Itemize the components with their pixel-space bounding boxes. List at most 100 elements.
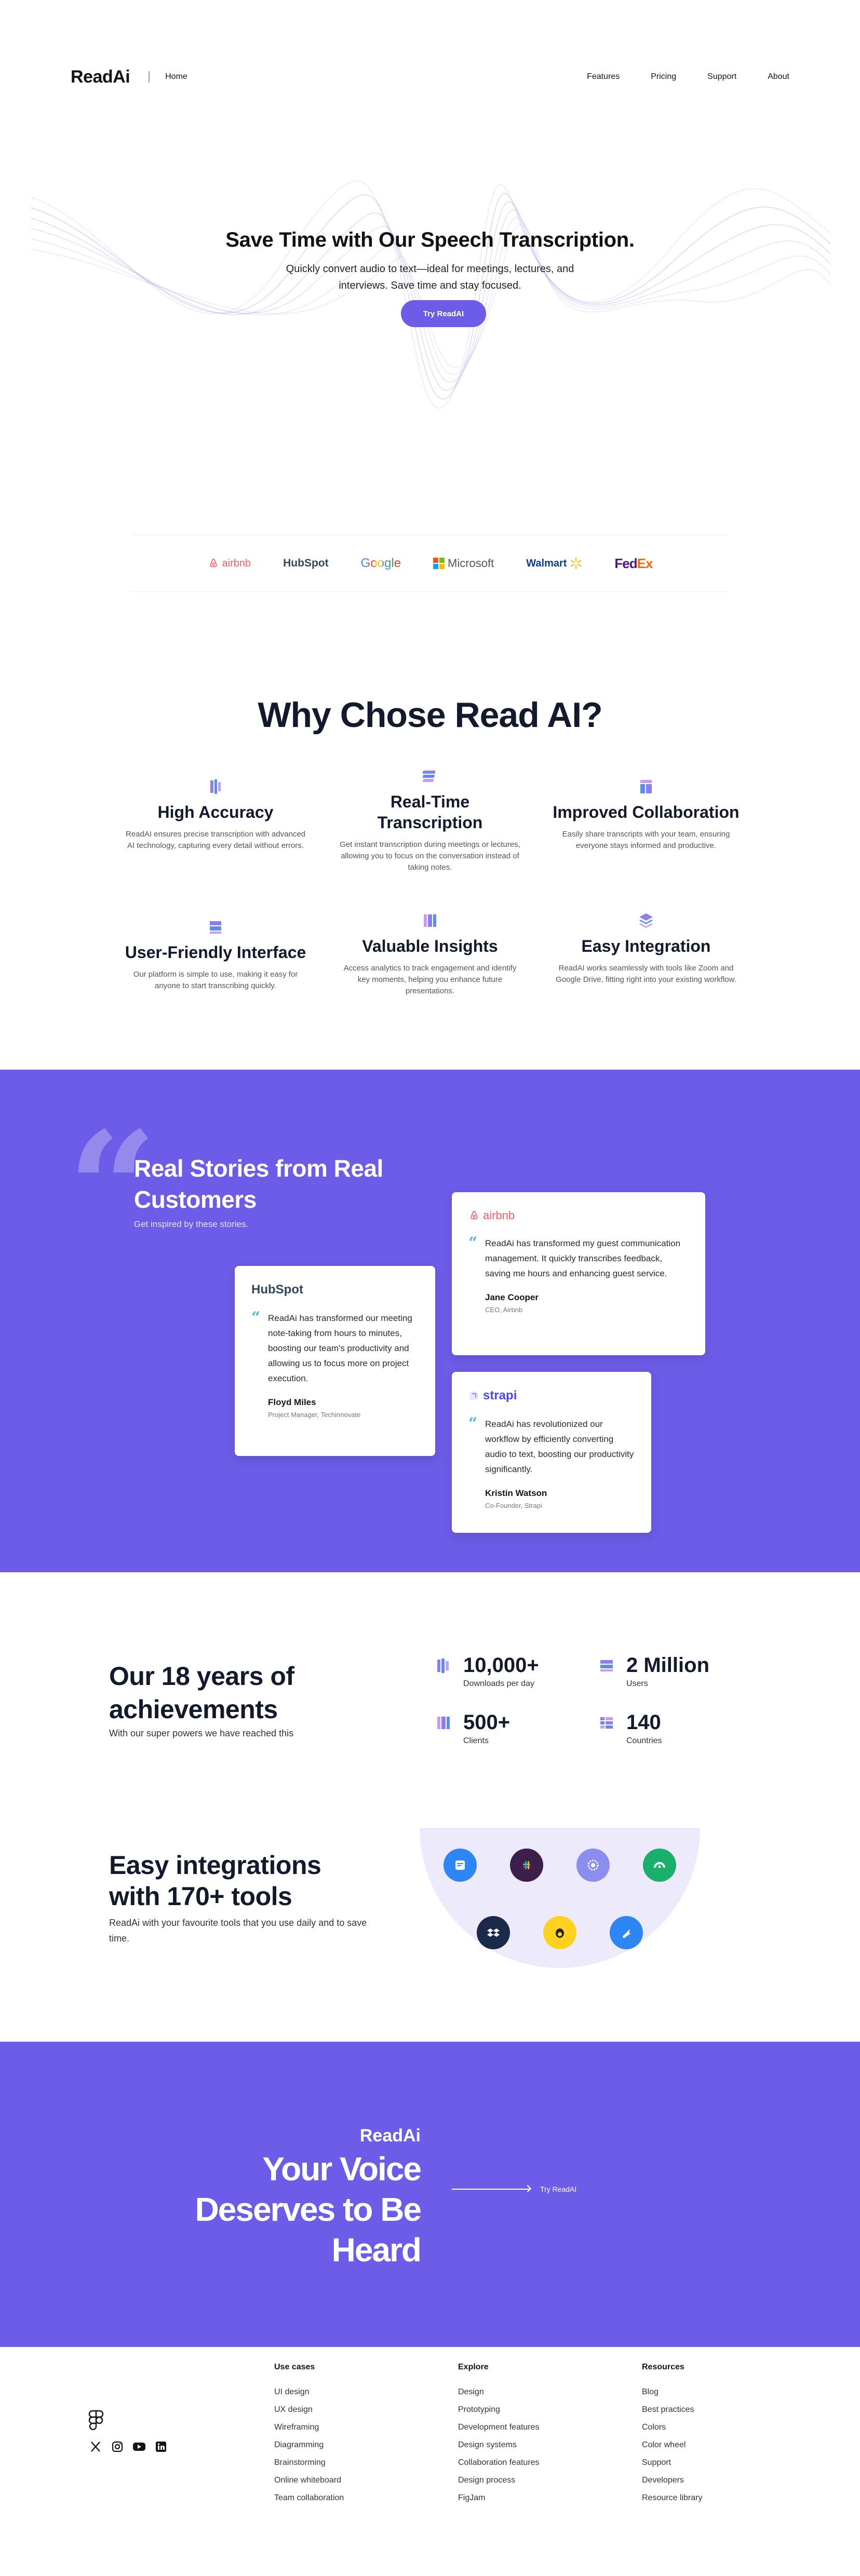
testimonial-body: “ ReadAi has revolutionized our workflow… xyxy=(468,1414,635,1509)
strapi-icon xyxy=(469,1392,478,1400)
footer-column-resources: Resources Blog Best practices Colors Col… xyxy=(642,2363,798,2507)
strapi-card-logo: strapi xyxy=(468,1388,635,1403)
walmart-logo: Walmart xyxy=(526,557,582,570)
footer-link[interactable]: Design xyxy=(458,2383,614,2401)
youtube-icon[interactable] xyxy=(132,2439,146,2454)
footer-link[interactable]: Brainstorming xyxy=(274,2454,430,2472)
walmart-logo-text: Walmart xyxy=(526,557,567,569)
instagram-icon[interactable] xyxy=(110,2439,125,2454)
footer-link[interactable]: Collaboration features xyxy=(458,2454,614,2472)
stat-label: Downloads per day xyxy=(463,1679,534,1688)
dropbox-icon[interactable] xyxy=(477,1916,510,1949)
cta-link-label: Try ReadAI xyxy=(540,2185,577,2193)
hero-title: Save Time with Our Speech Transcription. xyxy=(225,228,635,251)
top-nav: ReadAi Home Features Pricing Support Abo… xyxy=(71,66,789,87)
testimonial-card-hubspot: HubSpot “ ReadAi has transformed our mee… xyxy=(235,1266,435,1456)
linkedin-icon[interactable] xyxy=(154,2439,168,2454)
integrations-subtitle: ReadAi with your favourite tools that yo… xyxy=(109,1918,367,1944)
hubspot-card-logo: HubSpot xyxy=(251,1283,303,1297)
feature-title: Real-Time Transcription xyxy=(377,792,483,832)
testimonial-role: CEO, Airbnb xyxy=(485,1306,523,1314)
integrations-title: Easy integrations with 170+ tools xyxy=(109,1851,321,1911)
layers-icon xyxy=(639,913,653,928)
footer-link[interactable]: Developers xyxy=(642,2472,798,2489)
stat-content: 140 Countries xyxy=(626,1710,662,1746)
footer-column-title: Resources xyxy=(642,2363,684,2371)
nav-links: Features Pricing Support About xyxy=(556,72,789,82)
hubspot-logo-text: HubSpot xyxy=(283,557,329,569)
footer-link[interactable]: Team collaboration xyxy=(274,2489,430,2507)
feature-title: High Accuracy xyxy=(157,803,274,821)
footer-link[interactable]: Online whiteboard xyxy=(274,2472,430,2489)
feature-text: Easily share transcripts with your team,… xyxy=(562,830,730,850)
mailchimp-icon[interactable] xyxy=(543,1916,576,1949)
footer-link[interactable]: UX design xyxy=(274,2401,430,2419)
testimonials-section: “ Real Stories from Real Customers Get i… xyxy=(0,1070,860,1572)
figma-icon[interactable] xyxy=(88,2409,104,2432)
stat-label: Users xyxy=(626,1679,648,1688)
feature-text: Our platform is simple to use, making it… xyxy=(133,970,298,990)
nav-link-pricing[interactable]: Pricing xyxy=(651,72,676,82)
cta-try-link[interactable]: Try ReadAI xyxy=(452,2185,576,2193)
footer-link[interactable]: Prototyping xyxy=(458,2401,614,2419)
feature-user-friendly: User-Friendly Interface Our platform is … xyxy=(122,918,309,992)
footer-link[interactable]: UI design xyxy=(274,2383,430,2401)
footer-link[interactable]: Colors xyxy=(642,2419,798,2436)
gear-tool-icon[interactable] xyxy=(576,1849,610,1882)
stat-label: Clients xyxy=(463,1736,489,1745)
nav-link-about[interactable]: About xyxy=(768,72,789,82)
footer-link[interactable]: Blog xyxy=(642,2383,798,2401)
logo[interactable]: ReadAi xyxy=(71,67,130,87)
airbnb-logo-text: airbnb xyxy=(222,557,251,569)
footer-link[interactable]: Best practices xyxy=(642,2401,798,2419)
footer-link[interactable]: FigJam xyxy=(458,2489,614,2507)
testimonial-body: “ ReadAi has transformed my guest commun… xyxy=(468,1234,689,1314)
nav-link-features[interactable]: Features xyxy=(587,72,620,82)
arrow-right-icon xyxy=(452,2189,530,2190)
testimonial-name: Kristin Watson xyxy=(485,1488,547,1498)
stat-value: 10,000+ xyxy=(463,1654,539,1677)
hero-subtitle: Quickly convert audio to text—ideal for … xyxy=(286,263,574,291)
x-icon[interactable] xyxy=(88,2439,103,2454)
calendar-tool-icon[interactable] xyxy=(444,1849,477,1882)
quote-icon: “ xyxy=(468,1234,478,1252)
nav-divider xyxy=(149,71,150,83)
nav-home-link[interactable]: Home xyxy=(165,72,187,82)
testimonial-role: Co-Founder, Strapi xyxy=(485,1502,542,1509)
footer-link[interactable]: Wireframing xyxy=(274,2419,430,2436)
real-time-icon xyxy=(422,771,436,782)
footer-link[interactable]: Support xyxy=(642,2454,798,2472)
footer-link[interactable]: Diagramming xyxy=(274,2436,430,2454)
collaboration-icon xyxy=(640,780,652,793)
cloud-tool-icon[interactable] xyxy=(643,1849,676,1882)
stat-value: 500+ xyxy=(463,1711,510,1734)
accuracy-icon xyxy=(210,779,221,794)
google-logo-text: Google xyxy=(360,556,401,570)
quote-icon: “ xyxy=(251,1309,261,1327)
footer-link[interactable]: Color wheel xyxy=(642,2436,798,2454)
testimonial-name: Jane Cooper xyxy=(485,1292,539,1302)
nav-link-support[interactable]: Support xyxy=(707,72,736,82)
feature-collaboration: Improved Collaboration Easily share tran… xyxy=(553,778,740,852)
stat-downloads: 10,000+ Downloads per day xyxy=(435,1653,539,1689)
testimonial-body: “ ReadAi has transformed our meeting not… xyxy=(251,1309,419,1419)
footer-link[interactable]: Development features xyxy=(458,2419,614,2436)
testimonial-text: ReadAi has transformed my guest communic… xyxy=(485,1238,681,1278)
footer-column-explore: Explore Design Prototyping Development f… xyxy=(458,2363,614,2507)
hero-try-button[interactable]: Try ReadAI xyxy=(401,300,486,327)
feature-text: ReadAI works seamlessly with tools like … xyxy=(556,964,736,984)
feature-title: Improved Collaboration xyxy=(553,803,740,821)
testimonial-role: Project Manager, Techinnovate xyxy=(268,1411,361,1419)
clients-icon xyxy=(437,1717,450,1729)
footer-link[interactable]: Design process xyxy=(458,2472,614,2489)
feature-real-time: Real-Time Transcription Get instant tran… xyxy=(337,767,523,873)
stat-content: 500+ Clients xyxy=(463,1710,510,1746)
footer-column-title: Use cases xyxy=(274,2363,315,2371)
slack-icon[interactable] xyxy=(510,1849,543,1882)
footer-link[interactable]: Resource library xyxy=(642,2489,798,2507)
achievements-subtitle: With our super powers we have reached th… xyxy=(109,1728,294,1738)
bolt-tool-icon[interactable] xyxy=(610,1916,643,1949)
footer-link[interactable]: Design systems xyxy=(458,2436,614,2454)
cta-brand: ReadAi xyxy=(359,2126,421,2146)
why-title: Why Chose Read AI? xyxy=(258,695,602,735)
